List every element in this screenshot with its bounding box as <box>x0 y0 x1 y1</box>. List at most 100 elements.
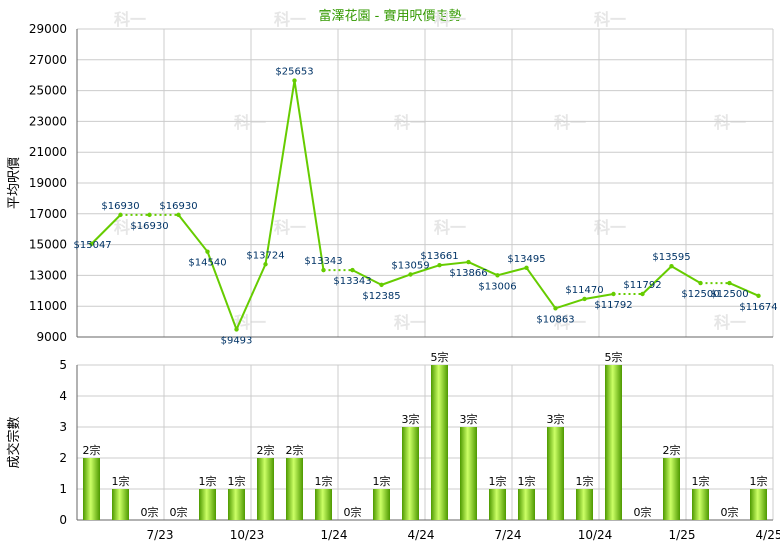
watermark-text: 科一 <box>434 218 466 237</box>
bar-label: 1宗 <box>315 474 333 488</box>
volume-bar <box>83 458 100 520</box>
point-label: $12500 <box>710 289 748 300</box>
point-label: $11674 <box>739 302 777 313</box>
bar-label: 5宗 <box>605 350 623 364</box>
data-point <box>756 293 761 299</box>
watermark-text: 科一 <box>274 218 306 237</box>
x-tick-label: 1/25 <box>669 528 696 542</box>
y-tick-label: 29000 <box>29 22 67 36</box>
bar-label: 3宗 <box>547 412 565 426</box>
y-tick-label: 25000 <box>29 84 67 98</box>
watermark-text: 科一 <box>594 10 626 29</box>
y-axis-title: 成交宗數 <box>6 416 22 468</box>
point-label: $13343 <box>333 276 371 287</box>
point-label: $13661 <box>420 251 458 262</box>
y-tick-label: 4 <box>59 389 67 403</box>
bar-label: 1宗 <box>489 474 507 488</box>
point-label: $13866 <box>449 268 487 279</box>
watermark-text: 科一 <box>554 113 586 132</box>
data-point <box>118 212 123 218</box>
data-point <box>263 262 268 267</box>
bar-label: 2宗 <box>83 443 101 457</box>
point-label: $13724 <box>246 250 284 261</box>
bar-label: 0宗 <box>344 505 362 519</box>
bar-label: 0宗 <box>634 505 652 519</box>
point-label: $16930 <box>159 201 197 212</box>
bar-label: 0宗 <box>721 505 739 519</box>
bar-label: 0宗 <box>170 505 188 519</box>
x-tick-label: 10/23 <box>230 528 265 542</box>
bar-label: 1宗 <box>750 474 768 488</box>
data-point <box>524 265 529 270</box>
chart-svg: 富澤花園 - 實用呎價走勢 科一 科一 科一 科一科一 科一 科一 科一科一 科一 科一 科一科一… <box>6 8 780 542</box>
point-label: $13343 <box>304 256 342 267</box>
volume-panel: 0 1 2 3 4 5 7/23 10/23 1/24 4/24 7/24 10/24 1/25 4/25… <box>6 350 780 542</box>
volume-bar <box>460 427 477 520</box>
x-tick-label: 4/24 <box>408 528 435 542</box>
point-label: $13495 <box>507 254 545 265</box>
data-point <box>408 272 413 277</box>
watermark-text: 科一 <box>394 313 426 332</box>
data-point <box>205 249 210 254</box>
volume-bar <box>373 489 390 520</box>
point-label: $14540 <box>188 258 226 269</box>
bar-label: 1宗 <box>373 474 391 488</box>
point-label: $13595 <box>652 252 690 263</box>
line-segment <box>177 214 209 253</box>
bar-label: 5宗 <box>431 350 449 364</box>
volume-bar <box>286 458 303 520</box>
y-tick-label: 2 <box>59 451 67 465</box>
point-label: $12385 <box>362 291 400 302</box>
point-label: $9493 <box>221 335 253 346</box>
bar-label: 1宗 <box>576 474 594 488</box>
point-label: $11792 <box>623 280 661 291</box>
point-label: $15047 <box>74 240 112 251</box>
data-point <box>234 327 239 332</box>
y-tick-label: 5 <box>59 358 67 372</box>
point-label: $25653 <box>275 67 313 78</box>
point-label: $16930 <box>101 201 139 212</box>
data-point <box>147 212 152 218</box>
y-tick-label: 1 <box>59 482 67 496</box>
data-point <box>437 263 442 268</box>
y-tick-label: 19000 <box>29 176 67 190</box>
volume-bar <box>402 427 419 520</box>
y-tick-label: 9000 <box>36 330 67 344</box>
data-point <box>727 280 732 286</box>
volume-bar <box>228 489 245 520</box>
bar-label: 3宗 <box>402 412 420 426</box>
data-point <box>350 267 355 273</box>
volume-bar <box>257 458 274 520</box>
bar-label: 1宗 <box>112 474 130 488</box>
y-tick-label: 17000 <box>29 207 67 221</box>
volume-bar <box>315 489 332 520</box>
y-tick-label: 0 <box>59 513 67 527</box>
x-tick-label: 10/24 <box>578 528 613 542</box>
y-tick-label: 27000 <box>29 53 67 67</box>
data-point <box>669 264 674 269</box>
watermark-text: 科一 <box>274 10 306 29</box>
bar-label: 3宗 <box>460 412 478 426</box>
point-label: $13006 <box>478 281 516 292</box>
data-point <box>698 280 703 286</box>
volume-bar <box>547 427 564 520</box>
y-tick-label: 23000 <box>29 114 67 128</box>
volume-bar <box>663 458 680 520</box>
volume-bar <box>692 489 709 520</box>
y-tick-label: 21000 <box>29 145 67 159</box>
chart-root: 富澤花園 - 實用呎價走勢 科一 科一 科一 科一 科一 科一 科一 科一 科一 科一 科一 科一 科一… <box>0 0 780 550</box>
data-point <box>176 212 181 218</box>
x-tick-label: 7/23 <box>147 528 174 542</box>
bar-label: 0宗 <box>141 505 159 519</box>
bar-label: 2宗 <box>257 443 275 457</box>
y-tick-label: 11000 <box>29 299 67 313</box>
line-segment <box>293 80 325 271</box>
volume-bar <box>605 365 622 520</box>
y-tick-label: 13000 <box>29 268 67 282</box>
watermark-text: 科一 <box>434 10 466 29</box>
data-point <box>379 282 384 288</box>
volume-bar <box>199 489 216 520</box>
volume-bar <box>518 489 535 520</box>
price-panel: 科一 科一 科一 科一科一 科一 科一 科一科一 科一 科一 科一科一 科一 科一 科一90001100… <box>7 10 778 346</box>
volume-bar <box>112 489 129 520</box>
